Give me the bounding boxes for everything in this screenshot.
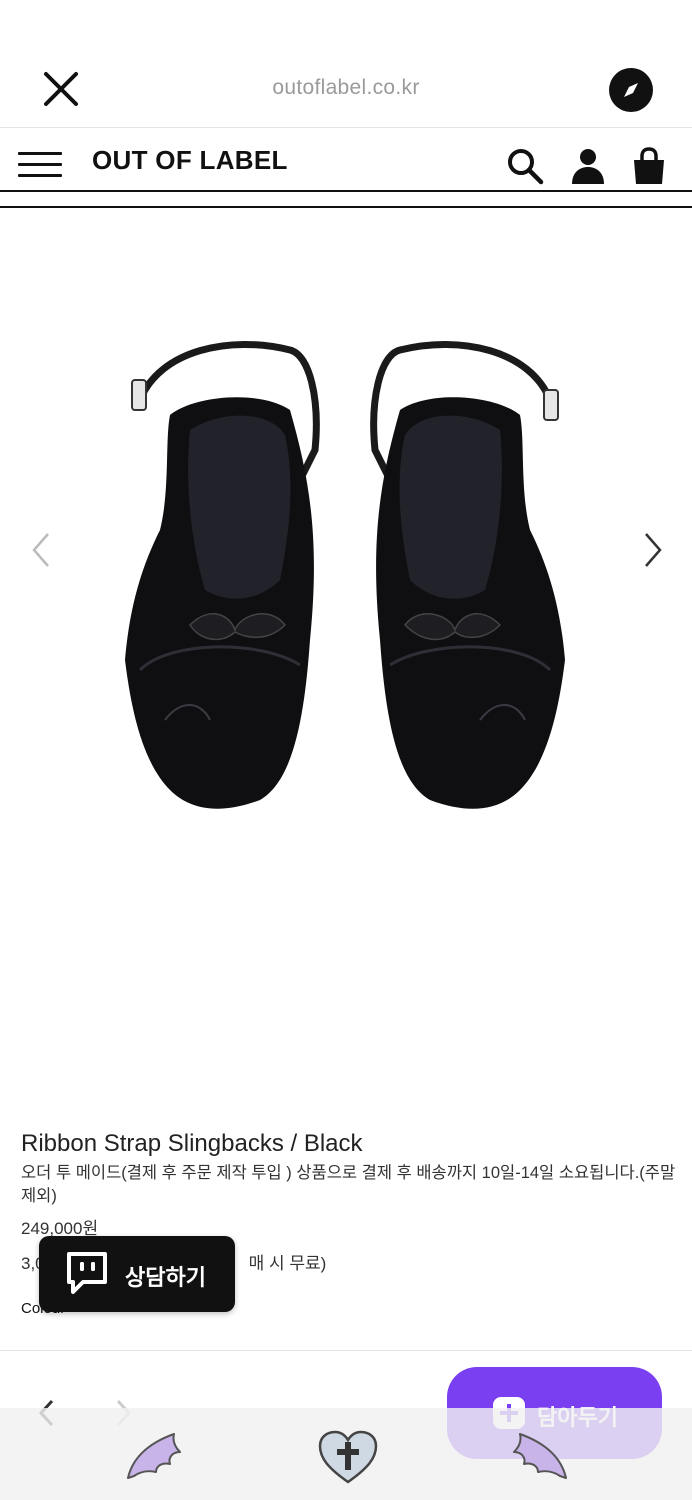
shopping-bag-icon[interactable] bbox=[629, 146, 669, 186]
compass-icon[interactable] bbox=[609, 68, 653, 112]
product-description: 오더 투 메이드(결제 후 주문 제작 투입 ) 상품으로 결제 후 배송까지 … bbox=[21, 1164, 676, 1205]
shipping-suffix: 매 시 무료) bbox=[248, 1254, 327, 1273]
chat-button-label: 상담하기 bbox=[125, 1265, 206, 1290]
bat-wing-left-icon bbox=[127, 1433, 181, 1479]
section-divider bbox=[0, 1350, 692, 1351]
product-gallery[interactable] bbox=[0, 210, 692, 1110]
product-name: Ribbon Strap Slingbacks / Black bbox=[21, 1130, 363, 1157]
url-text[interactable]: outoflabel.co.kr bbox=[0, 76, 692, 100]
bat-wing-right-icon bbox=[513, 1433, 567, 1479]
chat-button[interactable]: 상담하기 bbox=[39, 1236, 235, 1312]
account-icon[interactable] bbox=[568, 146, 608, 186]
chat-icon bbox=[67, 1252, 107, 1294]
browser-bar: outoflabel.co.kr bbox=[0, 0, 692, 128]
decorative-footer bbox=[0, 1408, 692, 1500]
gallery-prev-icon[interactable] bbox=[26, 530, 56, 570]
product-info: Ribbon Strap Slingbacks / Black 오더 투 메이드… bbox=[21, 1130, 681, 1317]
heart-cross-icon bbox=[318, 1430, 378, 1484]
gallery-next-icon[interactable] bbox=[638, 530, 668, 570]
site-logo[interactable]: OUT OF LABEL bbox=[92, 145, 288, 176]
header-divider bbox=[0, 206, 692, 208]
search-icon[interactable] bbox=[505, 146, 545, 186]
site-header: OUT OF LABEL bbox=[0, 128, 692, 192]
product-image bbox=[125, 341, 565, 809]
hamburger-menu-icon[interactable] bbox=[18, 150, 64, 182]
